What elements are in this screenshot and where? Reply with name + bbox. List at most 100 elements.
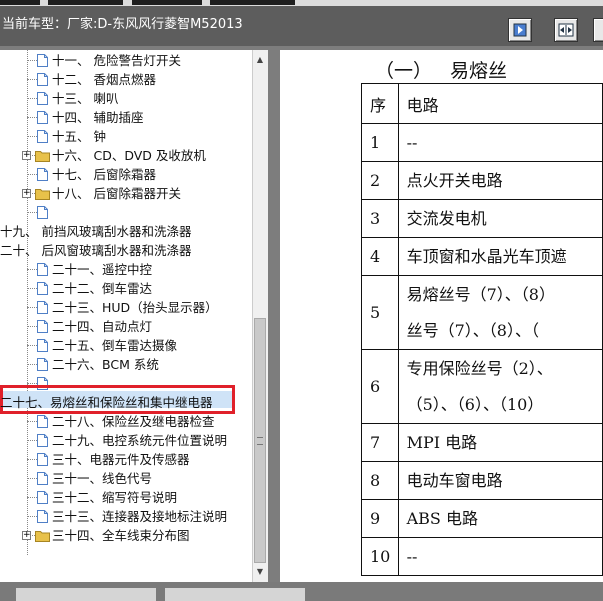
scroll-up-icon[interactable]: ▲	[254, 54, 266, 66]
tree-branch-line	[27, 459, 37, 460]
document-icon	[37, 92, 48, 105]
tree-item-label: 二十六、BCM 系统	[52, 357, 159, 372]
fuse-table: 序 电路 1 -- 2 点火开关电路 3 交流发电机 4 车顶窗和水晶光车顶遮 5 易熔丝号（7）…	[361, 83, 603, 576]
tree-item[interactable]: 十五、 钟	[0, 127, 252, 146]
tree-item[interactable]: 二十八、保险丝及继电器检查	[0, 412, 252, 431]
tree-item[interactable]: 十三、 喇叭	[0, 89, 252, 108]
table-row: 9 ABS 电路	[361, 499, 603, 538]
tree-item[interactable]: 二十九、电控系统元件位置说明	[0, 431, 252, 450]
circuit-line: 易熔丝号（7）、（8）	[406, 284, 555, 304]
tree-item-label: 三十三、连接器及接地标注说明	[52, 509, 228, 524]
tree-item[interactable]: 十四、 辅助插座	[0, 108, 252, 127]
row-circuit: --	[397, 123, 603, 162]
tree-branch-line	[27, 478, 37, 479]
tree-item[interactable]: 三十三、连接器及接地标注说明	[0, 507, 252, 526]
tree-branch-line	[27, 345, 37, 346]
folder-icon	[35, 189, 50, 200]
document-icon	[37, 168, 48, 181]
tree-item-label: 二十、 后风窗玻璃刮水器和洗涤器	[0, 243, 192, 258]
row-number: 9	[361, 499, 399, 538]
tree-item[interactable]: 三十二、缩写符号说明	[0, 488, 252, 507]
tree-item[interactable]: 二十一、遥控中控	[0, 260, 252, 279]
tree-branch-line	[27, 497, 37, 498]
tree-item-label: 十二、 香烟点燃器	[52, 72, 156, 87]
row-circuit: 点火开关电路	[397, 161, 603, 200]
tree-item[interactable]: 三十、电器元件及传感器	[0, 450, 252, 469]
tree-branch-line	[27, 174, 37, 175]
next-page-icon	[513, 23, 527, 37]
tree-item-label: 二十八、保险丝及继电器检查	[52, 414, 215, 429]
table-header-row: 序 电路	[361, 83, 603, 124]
tree-item[interactable]: 十二、 香烟点燃器	[0, 70, 252, 89]
tree-item-label: 十八、 后窗除霜器开关	[52, 186, 181, 201]
tree-branch-line	[27, 440, 37, 441]
tree-branch-line	[27, 288, 37, 289]
circuit-line: 专用保险丝号（2）、	[406, 358, 553, 378]
tree-item[interactable]: 二十六、BCM 系统	[0, 355, 252, 374]
circuit-line: 交流发电机	[406, 208, 487, 228]
document-icon	[37, 320, 48, 333]
expand-icon[interactable]: +	[22, 531, 31, 540]
bottom-tab[interactable]	[165, 588, 305, 601]
top-tab-fragment[interactable]	[48, 0, 123, 5]
document-icon	[37, 415, 48, 428]
tree-item[interactable]: 二十三、HUD（抬头显示器）	[0, 298, 252, 317]
tree-item-label: 二十五、倒车雷达摄像	[52, 338, 178, 353]
row-circuit: MPI 电路	[397, 423, 603, 462]
tree-item-label: 三十四、全车线束分布图	[52, 528, 190, 543]
table-row: 5 易熔丝号（7）、（8） 丝号（7）、（8）、（	[361, 275, 603, 350]
tree-item-label: 三十一、线色代号	[52, 471, 153, 486]
document-icon	[37, 54, 48, 67]
tree-item[interactable]: 三十一、线色代号	[0, 469, 252, 488]
tree-item[interactable]: + 三十四、全车线束分布图	[0, 526, 252, 545]
tree-item[interactable]	[0, 203, 252, 222]
fit-width-button[interactable]	[554, 18, 578, 42]
next-page-button[interactable]	[508, 18, 532, 42]
tree-item-label: 二十四、自动点灯	[52, 319, 153, 334]
tree-branch-line	[27, 136, 37, 137]
top-tab-fragment[interactable]	[210, 0, 295, 5]
tree-item-label: 三十、电器元件及传感器	[52, 452, 190, 467]
tree-item-label: 三十二、缩写符号说明	[52, 490, 178, 505]
document-icon	[37, 73, 48, 86]
tree-item[interactable]: 二十二、倒车雷达	[0, 279, 252, 298]
circuit-line: 车顶窗和水晶光车顶遮	[406, 246, 567, 266]
header-cell-circuit: 电路	[397, 83, 603, 124]
tree-item[interactable]: + 十八、 后窗除霜器开关	[0, 184, 252, 203]
tree-item[interactable]: 十一、 危险警告灯开关	[0, 51, 252, 70]
tree-item-label: 二十七、易熔丝和保险丝和集中继电器	[0, 395, 213, 410]
scroll-down-icon[interactable]: ▼	[254, 566, 266, 578]
row-circuit: 交流发电机	[397, 199, 603, 238]
circuit-line: 点火开关电路	[406, 170, 503, 190]
document-icon	[37, 301, 48, 314]
tree-item[interactable]: 十九、 前挡风玻璃刮水器和洗涤器	[0, 222, 252, 241]
row-number: 1	[361, 123, 399, 162]
tree-item[interactable]: 十七、 后窗除霜器	[0, 165, 252, 184]
header-cell-no: 序	[361, 83, 399, 124]
tree-branch-line	[27, 383, 37, 384]
table-row: 8 电动车窗电路	[361, 461, 603, 500]
top-tab-fragment[interactable]	[132, 0, 202, 5]
vehicle-info: 当前车型：厂家:D-东风风行菱智M52013	[2, 17, 243, 32]
tree-item[interactable]: 二十五、倒车雷达摄像	[0, 336, 252, 355]
expand-icon[interactable]: +	[22, 151, 31, 160]
row-number: 10	[361, 537, 399, 576]
top-tab-fragment[interactable]	[0, 0, 40, 5]
tree-scroll-thumb[interactable]	[254, 318, 266, 563]
more-button[interactable]	[593, 18, 603, 42]
bottom-tab[interactable]	[16, 588, 156, 601]
row-number: 5	[361, 275, 399, 350]
tree-item[interactable]: 二十、 后风窗玻璃刮水器和洗涤器	[0, 241, 252, 260]
tree-item[interactable]: + 十六、 CD、DVD 及收放机	[0, 146, 252, 165]
document-icon	[37, 111, 48, 124]
tree-item[interactable]: 二十七、易熔丝和保险丝和集中继电器	[0, 393, 252, 412]
tree-item-label: 二十一、遥控中控	[52, 262, 153, 277]
folder-icon	[35, 531, 50, 542]
table-row: 6 专用保险丝号（2）、 （5）、（6）、（10）	[361, 349, 603, 424]
document-icon	[37, 510, 48, 523]
tree-branch-line	[27, 98, 37, 99]
tree-item-label: 十九、 前挡风玻璃刮水器和洗涤器	[0, 224, 192, 239]
document-viewer: （一） 易熔丝 序 电路 1 -- 2 点火开关电路 3 交流发电机 4 车顶窗和水晶光车顶遮…	[280, 50, 603, 582]
expand-icon[interactable]: +	[22, 189, 31, 198]
tree-item[interactable]: 二十四、自动点灯	[0, 317, 252, 336]
